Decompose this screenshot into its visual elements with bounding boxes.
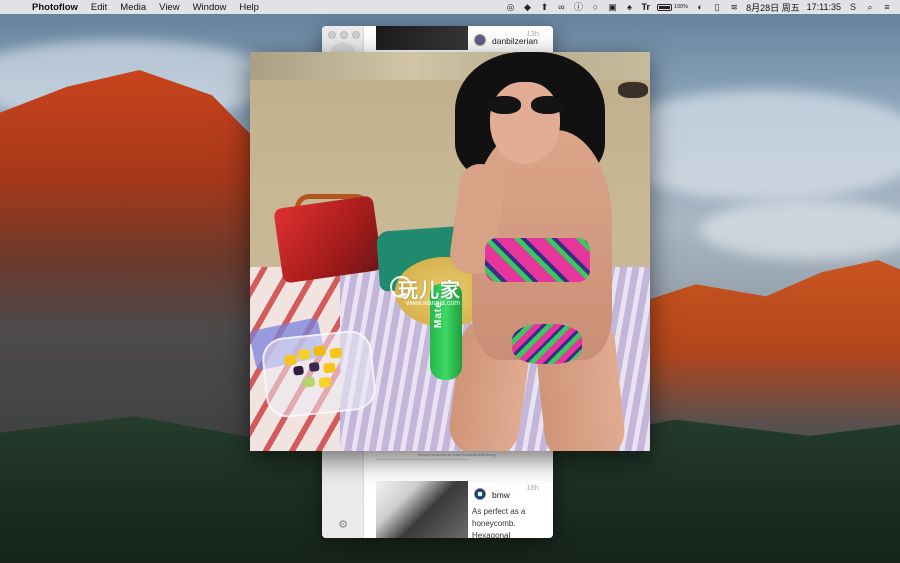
clock[interactable]: 17:11:35 — [807, 2, 841, 12]
menu-media[interactable]: Media — [120, 2, 146, 13]
input-method-label[interactable]: Tr — [642, 2, 651, 12]
toggle-icon[interactable]: ◐ — [695, 2, 705, 12]
circle-icon[interactable]: ○ — [591, 2, 601, 12]
fruit-container — [260, 328, 378, 420]
upload-icon[interactable]: ⬆ — [540, 2, 550, 12]
info-icon[interactable]: ⓘ — [574, 2, 584, 12]
battery-icon — [657, 3, 673, 11]
status-area: ◎ ◆ ⬆ ∞ ⓘ ○ ▣ ♠ Tr 100% ◐ ▯ ≋ 8月28日 周五 1… — [506, 1, 893, 14]
skype-icon[interactable]: S — [848, 2, 858, 12]
menu-view[interactable]: View — [159, 2, 179, 13]
watermark: 玩儿家 www.wanrjia.com — [390, 272, 485, 322]
post-thumbnail[interactable] — [376, 26, 468, 50]
notification-center-icon[interactable]: ≡ — [882, 2, 892, 12]
wifi-icon[interactable]: ≋ — [729, 2, 739, 12]
feed-post[interactable]: bmw 18h As perfect as a honeycomb. Hexag… — [364, 476, 553, 538]
post-caption: As perfect as a honeycomb. Hexagonal — [472, 507, 526, 538]
ghost-icon[interactable]: ♠ — [625, 2, 635, 12]
post-username[interactable]: bmw — [492, 490, 510, 500]
divider — [376, 459, 468, 460]
camera-icon[interactable]: ▣ — [608, 2, 618, 12]
post-thumbnail[interactable] — [376, 481, 468, 538]
sync-icon[interactable]: ◎ — [506, 2, 516, 12]
app-menu[interactable]: Photoflow — [32, 2, 78, 13]
dropbox-icon[interactable]: ◆ — [523, 2, 533, 12]
post-time: 13h — [526, 29, 539, 38]
user-avatar[interactable] — [474, 34, 486, 46]
settings-gear-icon[interactable]: ⚙ — [337, 519, 349, 531]
battery-percent: 100% — [674, 3, 689, 10]
spotlight-icon[interactable]: ⌕ — [865, 2, 875, 12]
sunglasses — [488, 96, 564, 114]
menu-help[interactable]: Help — [239, 2, 259, 13]
watermark-text: 玩儿家 — [398, 280, 461, 302]
date-label[interactable]: 8月28日 周五 — [746, 1, 800, 14]
beach-bag — [273, 195, 383, 284]
post-time: 18h — [526, 483, 539, 492]
minimize-button[interactable] — [340, 31, 348, 39]
bmw-avatar[interactable] — [474, 488, 486, 500]
window-controls — [328, 31, 360, 39]
close-button[interactable] — [328, 31, 336, 39]
menu-edit[interactable]: Edit — [91, 2, 107, 13]
document-icon[interactable]: ▯ — [712, 2, 722, 12]
link-icon[interactable]: ∞ — [557, 2, 567, 12]
watermark-url: www.wanrjia.com — [406, 300, 461, 307]
zoom-button[interactable] — [352, 31, 360, 39]
menu-bar: Photoflow Edit Media View Window Help ◎ … — [0, 0, 900, 14]
menu-window[interactable]: Window — [193, 2, 227, 13]
battery-indicator[interactable]: 100% — [657, 3, 689, 11]
photo-viewer[interactable]: Mate 玩儿家 www.wanrjia.com — [250, 52, 650, 451]
